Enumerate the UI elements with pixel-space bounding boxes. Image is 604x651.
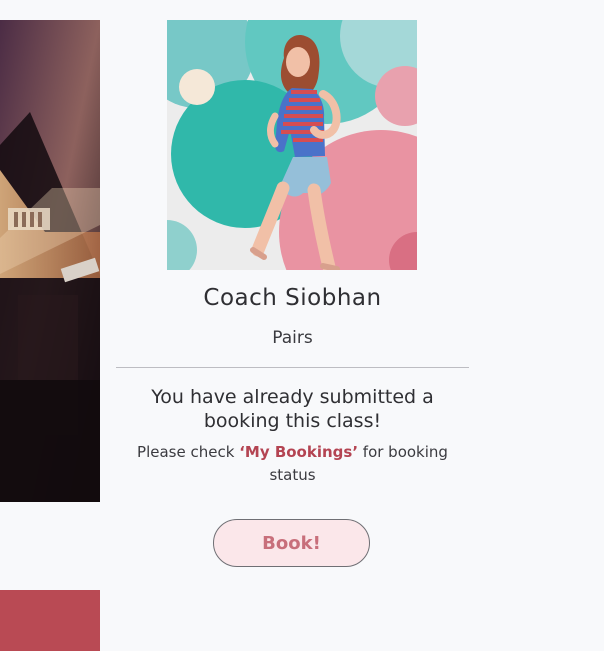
booking-notice-text-before: Please check bbox=[137, 443, 240, 461]
my-bookings-reference: ‘My Bookings’ bbox=[239, 443, 359, 461]
coach-card: Coach Siobhan Pairs You have already sub… bbox=[116, 20, 469, 580]
class-type: Pairs bbox=[272, 328, 313, 348]
section-divider bbox=[116, 367, 469, 368]
coach-name: Coach Siobhan bbox=[203, 285, 382, 311]
booking-notice-title: You have already submitted a booking thi… bbox=[151, 386, 434, 432]
coach-photo bbox=[167, 20, 417, 270]
side-hero-image bbox=[0, 20, 100, 502]
booking-notice-body: Please check ‘My Bookings’ for booking s… bbox=[116, 441, 469, 487]
book-button[interactable]: Book! bbox=[213, 519, 370, 567]
side-accent-block bbox=[0, 590, 100, 651]
